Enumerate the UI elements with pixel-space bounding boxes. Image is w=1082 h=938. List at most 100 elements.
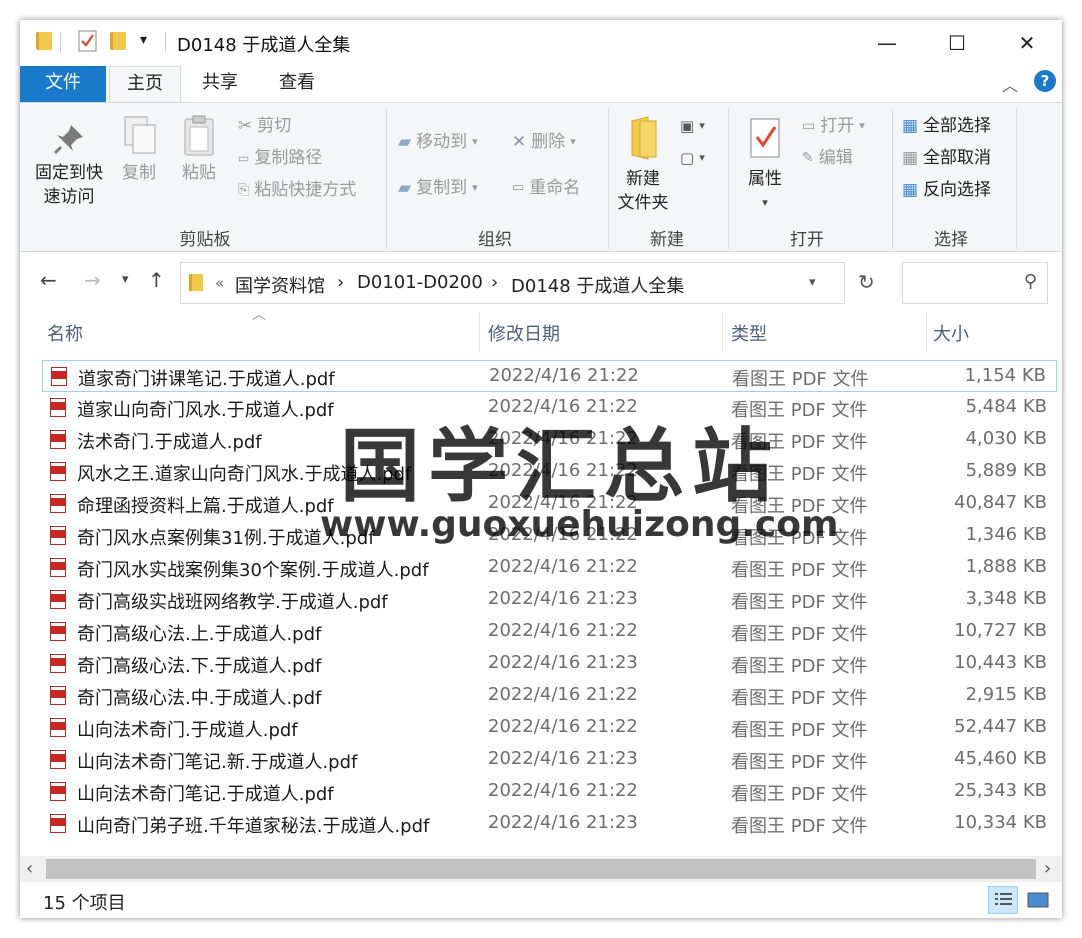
column-header-type[interactable]: 类型 [731,320,767,346]
close-button[interactable]: ✕ [992,20,1062,66]
file-row[interactable]: 奇门高级实战班网络教学.于成道人.pdf 2022/4/16 21:23 看图王 P… [42,584,1057,616]
file-size: 10,727 KB [954,620,1047,641]
select-all-icon: ▦ [902,116,919,136]
file-row[interactable]: 道家奇门讲课笔记.于成道人.pdf 2022/4/16 21:22 看图王 PDF … [42,360,1057,392]
copy-path-button[interactable]: ▭ 复制路径 [238,145,322,171]
horizontal-scrollbar[interactable]: ‹ › [20,856,1062,882]
file-row[interactable]: 山向奇门弟子班.千年道家秘法.于成道人.pdf 2022/4/16 21:23 看图… [42,808,1057,840]
properties-dropdown-icon[interactable]: ▾ [738,191,792,215]
invert-selection-button[interactable]: ▦ 反向选择 [902,177,991,203]
refresh-icon[interactable]: ↻ [858,270,875,294]
move-to-button[interactable]: ▰ 移动到 ▾ [398,129,478,155]
recent-locations-icon[interactable]: ▾ [122,272,129,287]
select-all-label: 全部选择 [923,116,992,136]
copy-button[interactable]: 复制 [116,115,162,185]
file-size: 3,348 KB [965,588,1047,609]
breadcrumb-overflow[interactable]: « [215,274,224,292]
edit-button[interactable]: ✎ 编辑 [802,145,853,171]
properties-check-icon[interactable] [78,30,98,52]
column-header-name[interactable]: 名称 [47,320,83,346]
scroll-left-icon[interactable]: ‹ [26,858,33,879]
quick-access-dropdown-icon[interactable]: ▾ [140,32,147,48]
pdf-file-icon [50,526,66,545]
select-none-button[interactable]: ▦ 全部取消 [902,145,991,171]
breadcrumb-separator[interactable]: › [337,272,344,293]
rename-button[interactable]: ▭ 重命名 [512,175,580,201]
file-date: 2022/4/16 21:22 [489,365,639,386]
copy-path-label: 复制路径 [254,148,323,168]
title-bar: ▾ D0148 于成道人全集 — ☐ ✕ [20,20,1062,66]
properties-button[interactable]: 属性 ▾ [738,115,792,215]
new-item-icon: ▣ [680,117,695,135]
pdf-file-icon [50,654,66,673]
new-item-button[interactable]: ▣ ▾ [680,113,705,139]
pdf-file-icon [50,494,66,513]
new-folder-icon[interactable] [110,32,126,50]
search-input[interactable]: ⚲ [902,262,1048,304]
breadcrumb-item[interactable]: 国学资料馆 [235,272,325,298]
file-size: 25,343 KB [954,780,1047,801]
file-row[interactable]: 奇门高级心法.中.于成道人.pdf 2022/4/16 21:22 看图王 PDF … [42,680,1057,712]
back-icon[interactable]: ← [40,268,57,292]
help-icon[interactable]: ? [1034,70,1056,92]
details-view-icon [995,893,1012,905]
properties-check-icon [738,115,792,167]
file-name: 道家山向奇门风水.于成道人.pdf [77,400,334,421]
file-row[interactable]: 奇门高级心法.上.于成道人.pdf 2022/4/16 21:22 看图王 PDF … [42,616,1057,648]
file-row[interactable]: 奇门高级心法.下.于成道人.pdf 2022/4/16 21:23 看图王 PDF … [42,648,1057,680]
copy-label: 复制 [122,163,156,183]
file-date: 2022/4/16 21:23 [488,588,638,609]
file-date: 2022/4/16 21:22 [488,556,638,577]
file-row[interactable]: 山向法术奇门笔记.于成道人.pdf 2022/4/16 21:22 看图王 PDF … [42,776,1057,808]
cut-button[interactable]: ✂ 剪切 [238,113,291,139]
address-bar[interactable]: « 国学资料馆 › D0101-D0200 › D0148 于成道人全集 ▾ [180,262,845,304]
column-divider[interactable] [926,312,927,352]
copy-to-button[interactable]: ▰ 复制到 ▾ [398,175,478,201]
scroll-right-icon[interactable]: › [1044,858,1051,879]
paste-label: 粘贴 [182,163,216,183]
tab-share[interactable]: 共享 [188,66,252,102]
delete-button[interactable]: ✕ 删除 ▾ [512,129,576,155]
forward-icon[interactable]: → [84,268,101,292]
select-all-button[interactable]: ▦ 全部选择 [902,113,991,139]
easy-access-button[interactable]: ▢ ▾ [680,145,705,171]
pin-quick-access-button[interactable]: 固定到快 速访问 [30,121,108,209]
navigation-bar: ← → ▾ ↑ « 国学资料馆 › D0101-D0200 › D0148 于成… [20,252,1062,312]
breadcrumb-separator[interactable]: › [491,272,498,293]
new-folder-label-line2: 文件夹 [617,193,669,213]
file-row[interactable]: 奇门风水实战案例集30个案例.于成道人.pdf 2022/4/16 21:22 看图… [42,552,1057,584]
maximize-button[interactable]: ☐ [922,20,992,66]
tab-file[interactable]: 文件 [20,66,106,102]
paste-button[interactable]: 粘贴 [176,115,222,185]
properties-label: 属性 [748,169,782,189]
column-header-size[interactable]: 大小 [933,320,969,346]
group-divider [608,109,609,249]
minimize-button[interactable]: — [852,20,922,66]
file-row[interactable]: 山向法术奇门笔记.新.于成道人.pdf 2022/4/16 21:23 看图王 PD… [42,744,1057,776]
tab-view[interactable]: 查看 [265,66,329,102]
column-divider[interactable] [479,312,480,352]
copy-to-label: 复制到 [416,178,468,198]
tab-home[interactable]: 主页 [109,66,181,103]
details-view-button[interactable] [988,886,1018,914]
paste-shortcut-button[interactable]: ⎘ 粘贴快捷方式 [238,177,356,203]
file-name: 山向法术奇门笔记.于成道人.pdf [77,784,334,805]
new-folder-button[interactable]: 新建 文件夹 [612,115,674,215]
edit-label: 编辑 [818,148,853,168]
column-divider[interactable] [722,312,723,352]
up-icon[interactable]: ↑ [148,268,165,292]
file-row[interactable]: 山向法术奇门.于成道人.pdf 2022/4/16 21:22 看图王 PDF 文件… [42,712,1057,744]
new-folder-icon [612,115,674,167]
open-button[interactable]: ▭ 打开 ▾ [802,113,865,139]
file-size: 1,346 KB [965,524,1047,545]
address-dropdown-icon[interactable]: ▾ [809,275,816,290]
breadcrumb-item[interactable]: D0101-D0200 [357,272,483,293]
large-icons-view-button[interactable] [1023,886,1053,914]
scrollbar-thumb[interactable] [46,859,1036,879]
collapse-ribbon-icon[interactable]: ︿ [1002,72,1018,96]
file-date: 2022/4/16 21:22 [488,684,638,705]
breadcrumb-item[interactable]: D0148 于成道人全集 [511,272,684,298]
column-header-date[interactable]: 修改日期 [488,320,560,346]
pdf-file-icon [50,558,66,577]
file-name: 奇门高级心法.下.于成道人.pdf [77,656,322,677]
